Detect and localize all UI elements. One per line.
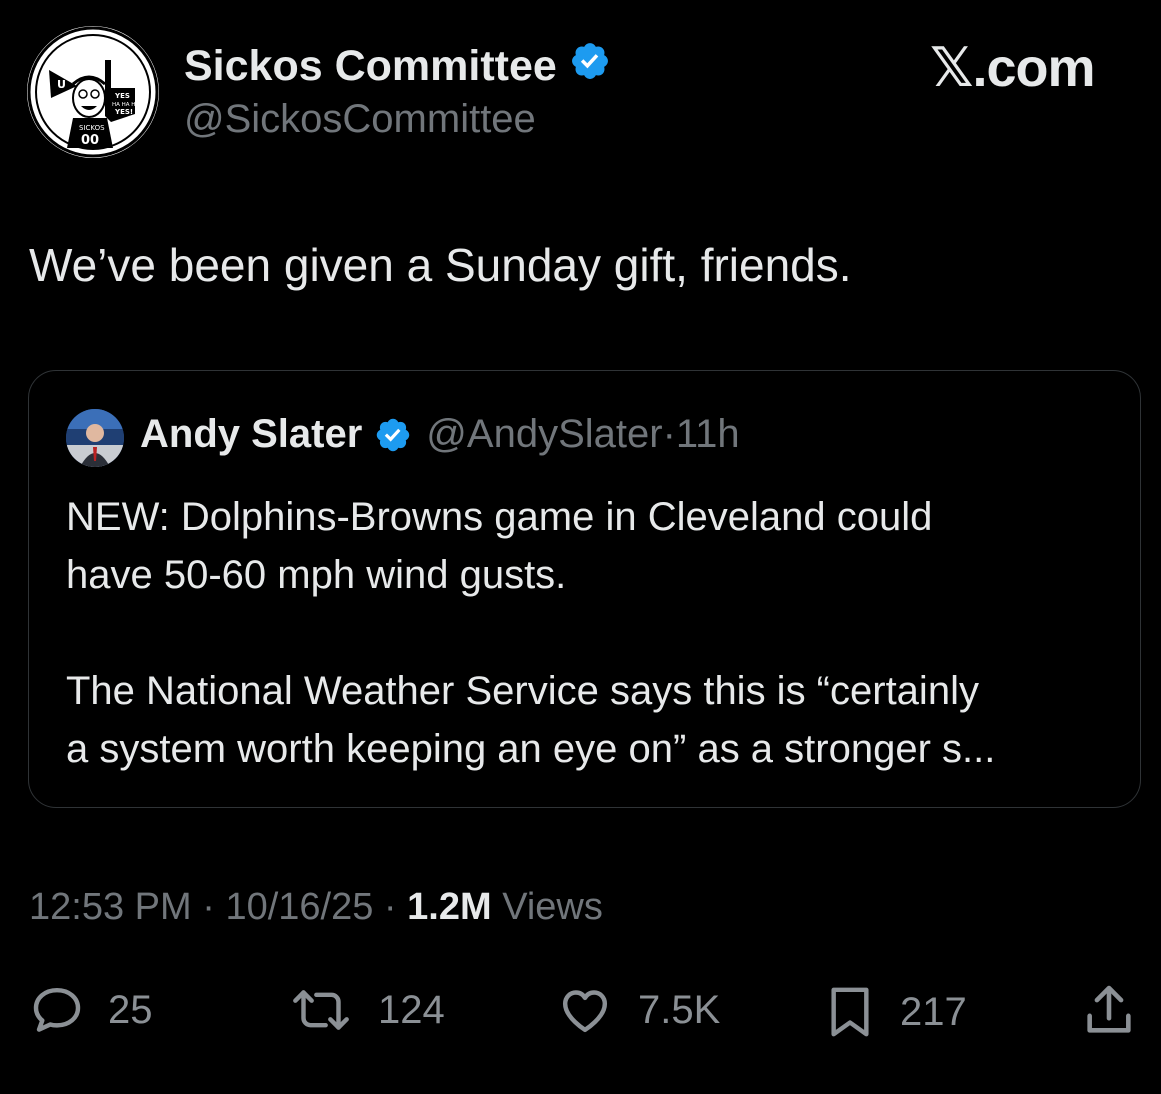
reply-button[interactable]: 25 [28,982,153,1038]
repost-icon [286,982,356,1038]
quote-timestamp[interactable]: 11h [676,412,740,457]
quote-separator: · [662,412,676,456]
quote-body: NEW: Dolphins-Browns game in Cleveland c… [66,488,1126,778]
share-icon [1080,982,1138,1040]
quote-avatar-image [66,409,124,467]
sickos-logo-image: U YES HA HA HA YES! SICKOS 00 [27,26,159,158]
tweet-date[interactable]: 10/16/25 [225,886,373,928]
bookmark-icon [822,982,878,1042]
like-button[interactable]: 7.5K [554,982,720,1038]
quote-paragraph-2: The National Weather Service says this i… [66,662,1126,778]
quote-header: Andy Slater @AndySlater · 11h [140,412,740,457]
svg-text:YES!: YES! [114,108,133,116]
quote-author-name[interactable]: Andy Slater [140,412,362,457]
svg-text:YES: YES [114,92,130,100]
meta-separator: · [373,886,408,928]
tweet-text: We’ve been given a Sunday gift, friends. [29,239,852,291]
brand-watermark: 𝕏.com [930,38,1096,98]
display-name-row[interactable]: Sickos Committee [184,40,611,93]
verified-badge-icon [374,416,412,454]
reply-icon [28,982,86,1038]
quote-avatar[interactable] [66,409,124,467]
tweet-meta: 12:53 PM · 10/16/25 · 1.2M Views [29,886,603,929]
quote-line: NEW: Dolphins-Browns game in Cleveland c… [66,495,933,539]
verified-badge-icon [569,40,611,93]
display-name[interactable]: Sickos Committee [184,42,557,91]
svg-text:SICKOS: SICKOS [79,124,105,132]
quote-author-handle[interactable]: @AndySlater [426,412,662,457]
svg-text:00: 00 [81,133,99,148]
svg-text:U: U [57,78,66,91]
like-icon [554,982,616,1038]
like-count: 7.5K [638,987,721,1032]
bookmark-count: 217 [900,989,967,1034]
quote-line: The National Weather Service says this i… [66,669,979,713]
quote-line: a system worth keeping an eye on” as a s… [66,727,996,771]
tweet-time[interactable]: 12:53 PM [29,886,192,928]
share-button[interactable] [1080,982,1138,1040]
views-count: 1.2M [407,886,492,928]
quote-line: have 50-60 mph wind gusts. [66,553,567,597]
reply-count: 25 [108,987,153,1032]
quote-paragraph-1: NEW: Dolphins-Browns game in Cleveland c… [66,488,1126,604]
bookmark-button[interactable]: 217 [822,982,967,1042]
repost-count: 124 [378,987,445,1032]
account-handle[interactable]: @SickosCommittee [184,97,536,142]
meta-separator: · [191,886,226,928]
profile-avatar[interactable]: U YES HA HA HA YES! SICKOS 00 [27,26,159,158]
views-label: Views [502,886,603,928]
repost-button[interactable]: 124 [286,982,445,1038]
